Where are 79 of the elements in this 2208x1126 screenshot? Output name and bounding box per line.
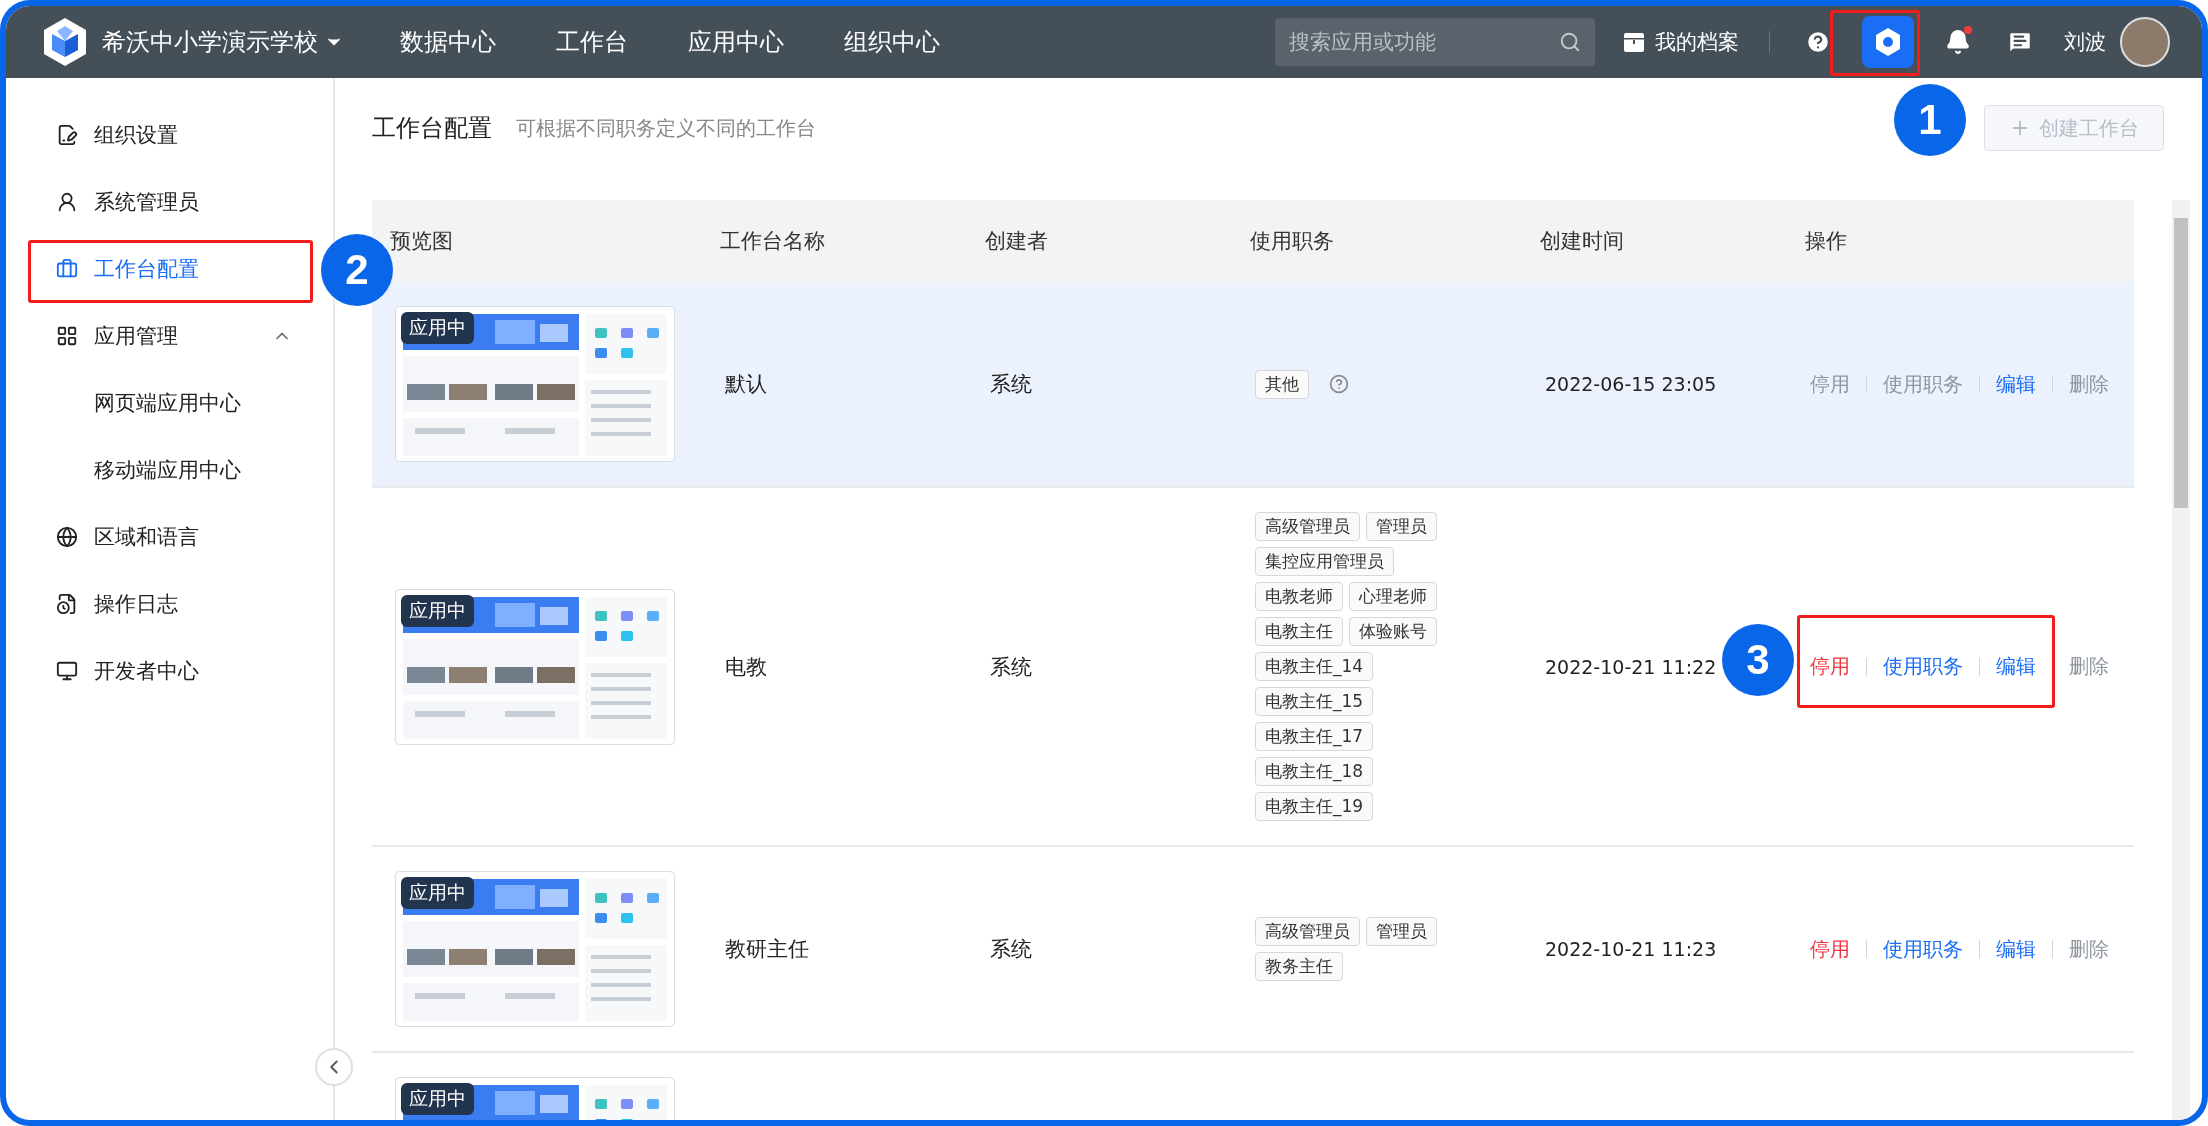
search-icon	[1559, 31, 1581, 53]
collapse-button[interactable]	[315, 1048, 353, 1086]
nav-link[interactable]: 工作台	[556, 26, 628, 58]
column-header: 创建时间	[1539, 228, 1625, 255]
sidebar-subitem[interactable]: 网页端应用中心	[6, 369, 298, 436]
table-cell-text: 默认	[724, 371, 768, 398]
role-tag: 其他	[1255, 369, 1309, 399]
profile-link[interactable]: 我的档案	[1623, 28, 1739, 56]
sidebar-item[interactable]: 开发者中心	[6, 637, 298, 704]
user-name[interactable]: 刘波	[2064, 28, 2106, 56]
settings-icon	[1874, 27, 1902, 57]
role-tag: 电教主任_17	[1255, 722, 1374, 751]
table-cell-text: 电教	[724, 653, 768, 681]
role-tag: 管理员	[1366, 917, 1437, 946]
role-tag: 电教主任_19	[1255, 792, 1374, 821]
column-header: 工作台名称	[719, 228, 826, 255]
action-link[interactable]: 停用	[1810, 935, 1850, 963]
sidebar-icon	[56, 123, 78, 146]
status-badge: 应用中	[401, 594, 474, 627]
sidebar-item[interactable]: 区域和语言	[6, 503, 298, 570]
table-cell-text: 教研主任	[724, 936, 810, 963]
table-cell-text: 系统	[989, 371, 1033, 398]
status-badge: 应用中	[401, 312, 474, 344]
sidebar-icon	[56, 324, 78, 347]
action-link[interactable]: 停用	[1810, 653, 1850, 680]
column-header: 使用职务	[1249, 228, 1335, 255]
role-tag: 管理员	[1366, 512, 1437, 541]
action-link[interactable]: 编辑	[1996, 653, 2036, 680]
role-tag: 高级管理员	[1255, 917, 1360, 946]
role-tag: 电教主任_15	[1255, 687, 1374, 716]
role-tag: 集控应用管理员	[1255, 547, 1394, 576]
scrollbar[interactable]	[2172, 200, 2190, 1120]
settings-button[interactable]	[1862, 16, 1914, 68]
sidebar-subitem[interactable]: 移动端应用中心	[6, 436, 298, 503]
sidebar-icon	[56, 592, 78, 615]
column-header: 创建者	[984, 228, 1049, 255]
role-tag: 电教主任_18	[1255, 757, 1374, 786]
action-link[interactable]: 使用职务	[1883, 935, 1963, 963]
table-cell: 2022-10-21 11:22	[1545, 655, 1717, 678]
help-icon[interactable]	[1329, 374, 1349, 394]
page-title: 工作台配置	[372, 113, 492, 144]
role-tag: 体验账号	[1349, 617, 1437, 646]
table-cell-text: 系统	[989, 936, 1033, 963]
role-tag: 电教老师	[1255, 582, 1343, 611]
status-badge: 应用中	[401, 877, 474, 909]
avatar[interactable]	[2120, 17, 2170, 67]
sidebar-icon	[56, 659, 78, 682]
sidebar-item[interactable]: 组织设置	[6, 101, 298, 168]
column-header: 操作	[1804, 228, 1848, 255]
sidebar-item[interactable]: 系统管理员	[6, 168, 298, 235]
sidebar-item[interactable]: 操作日志	[6, 570, 298, 637]
search-field[interactable]: 搜索应用或功能	[1275, 18, 1595, 66]
nav-link[interactable]: 组织中心	[844, 26, 940, 58]
sidebar-icon	[56, 525, 78, 548]
sidebar-icon	[56, 257, 78, 280]
role-tag: 高级管理员	[1255, 512, 1360, 541]
nav-link[interactable]: 应用中心	[688, 26, 784, 58]
role-tag: 心理老师	[1349, 582, 1437, 611]
role-tag: 电教主任	[1255, 617, 1343, 646]
table-cell: 2022-10-21 11:23	[1545, 938, 1717, 960]
action-link[interactable]: 编辑	[1996, 935, 2036, 963]
status-badge: 应用中	[401, 1083, 474, 1115]
table-cell-text: 系统	[989, 653, 1033, 681]
sidebar-item[interactable]: 工作台配置	[6, 235, 298, 302]
role-tag: 电教主任_14	[1255, 652, 1374, 681]
archive-icon	[1623, 31, 1645, 53]
sidebar-icon	[56, 190, 78, 213]
school-name[interactable]: 希沃中小学演示学校	[102, 26, 318, 58]
logo-icon	[42, 17, 88, 67]
step-marker: 1	[1894, 84, 1966, 156]
sidebar-item[interactable]: 应用管理	[6, 302, 298, 369]
nav-link[interactable]: 数据中心	[400, 26, 496, 58]
role-tag: 教务主任	[1255, 952, 1343, 981]
action-link[interactable]: 编辑	[1996, 370, 2036, 398]
table-cell: 2022-06-15 23:05	[1545, 373, 1717, 395]
page-subtitle: 可根据不同职务定义不同的工作台	[516, 114, 816, 142]
bell-icon	[1945, 29, 1971, 55]
action-link[interactable]: 使用职务	[1883, 653, 1963, 680]
help-icon	[1805, 29, 1831, 55]
